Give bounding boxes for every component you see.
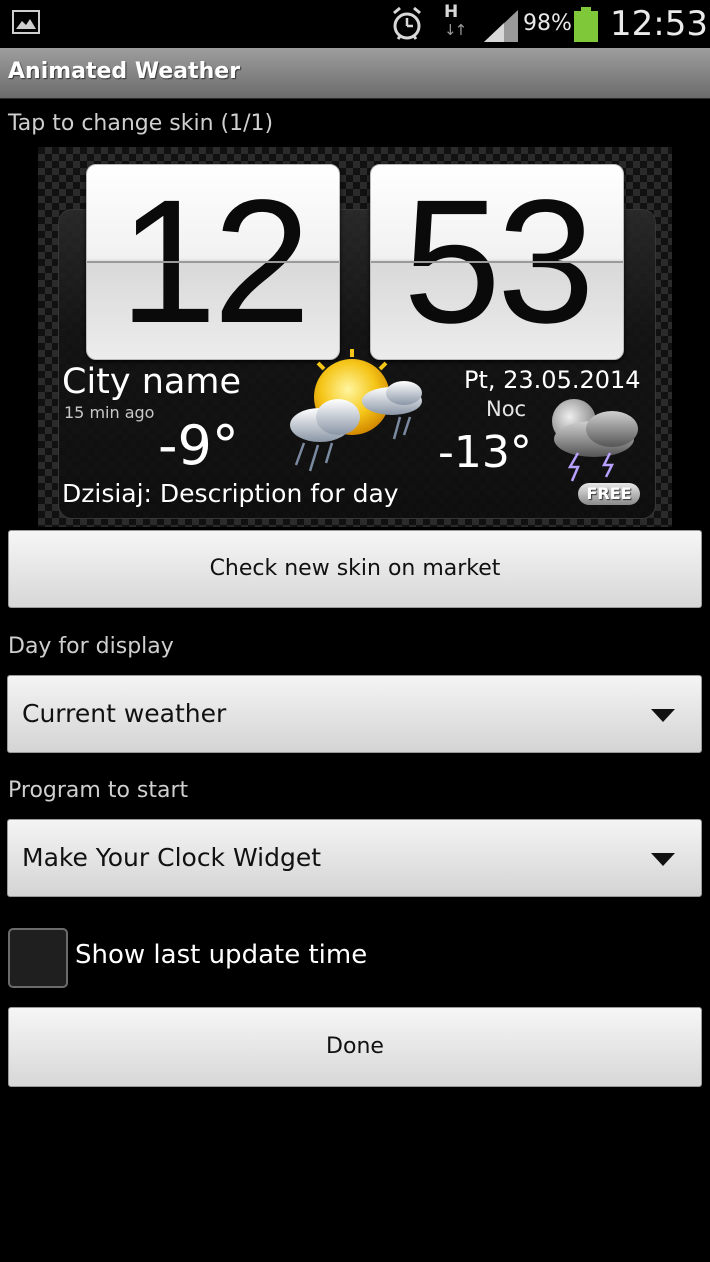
title-bar: Animated Weather: [0, 48, 710, 99]
dropdown-arrow-icon: [651, 853, 675, 866]
city-name: City name: [62, 362, 241, 402]
alarm-icon: [390, 6, 424, 46]
day-display-value: Current weather: [22, 699, 227, 728]
program-start-spinner[interactable]: Make Your Clock Widget: [7, 819, 702, 897]
show-last-update-checkbox[interactable]: [8, 928, 68, 988]
day-part: Noc: [486, 397, 527, 421]
minutes-flip-card: 53: [370, 164, 624, 360]
dropdown-arrow-icon: [651, 709, 675, 722]
update-age: 15 min ago: [64, 403, 155, 422]
data-arrows-icon: ↓↑: [444, 21, 467, 39]
app-title: Animated Weather: [8, 59, 241, 84]
done-button[interactable]: Done: [8, 1007, 702, 1087]
status-bar: H ↓↑ 98% 12:53: [0, 0, 710, 48]
day-description: Dzisiaj: Description for day: [62, 479, 399, 508]
sun-cloud-rain-icon: [282, 347, 432, 481]
day-display-label: Day for display: [8, 634, 174, 659]
program-start-label: Program to start: [8, 778, 189, 803]
skin-label: Tap to change skin (1/1): [8, 111, 274, 136]
date-label: Pt, 23.05.2014: [464, 366, 641, 394]
network-type: H: [444, 2, 459, 22]
show-last-update-label[interactable]: Show last update time: [75, 940, 367, 970]
status-time: 12:53: [610, 4, 708, 44]
battery-percent: 98%: [523, 11, 572, 36]
gallery-icon: [12, 10, 40, 34]
skin-preview[interactable]: 12 53 City name 15 min ago -9° Dzisiaj: …: [38, 147, 672, 527]
check-market-button[interactable]: Check new skin on market: [8, 530, 702, 608]
night-temperature: -13°: [438, 427, 532, 478]
hours-flip-card: 12: [86, 164, 340, 360]
signal-icon: [484, 10, 518, 46]
program-start-value: Make Your Clock Widget: [22, 843, 322, 872]
moon-storm-icon: [530, 395, 646, 489]
current-temperature: -9°: [158, 414, 239, 477]
free-badge: FREE: [578, 483, 640, 505]
battery-icon: [574, 7, 598, 42]
day-display-spinner[interactable]: Current weather: [7, 675, 702, 753]
